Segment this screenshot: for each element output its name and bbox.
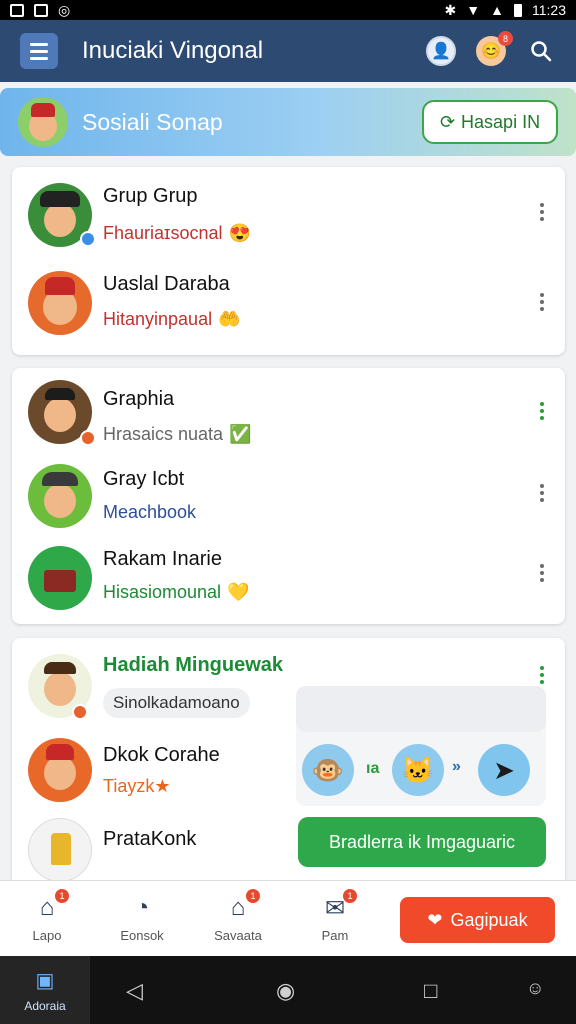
badge-icon — [72, 704, 88, 720]
nav-explore[interactable]: ◔ Eonsok — [107, 893, 177, 943]
signal-icon: ▲ — [490, 2, 504, 18]
more-options-icon[interactable] — [539, 293, 545, 311]
app-bar: Inuciaki Vingonal 👤 😊 8 — [0, 20, 576, 82]
avatar — [28, 271, 92, 335]
fox-avatar-icon[interactable]: 🐱 — [392, 744, 444, 796]
avatar — [28, 546, 92, 610]
assistant-icon[interactable]: ☺ — [526, 978, 544, 999]
list-item[interactable]: Uaslal Daraba Hitanyinpaual 🤲 — [12, 263, 565, 343]
check-emoji-icon: ✅ — [229, 424, 252, 444]
system-navigation-bar: ▣ Adoraia ◁ ◉ □ ☺ — [0, 956, 576, 1024]
home-button-icon[interactable]: ◉ — [276, 978, 295, 1004]
notifications-icon[interactable]: 😊 8 — [476, 31, 513, 66]
more-options-icon[interactable] — [539, 203, 545, 221]
verified-icon — [80, 231, 96, 247]
banner-avatar — [18, 97, 68, 147]
send-icon[interactable]: ➤ — [478, 744, 530, 796]
primary-action-button[interactable]: Bradlerra ik Imgaguaric — [298, 817, 546, 867]
heart-emoji-icon: 💛 — [227, 582, 250, 602]
house-icon: ⌂ 1 — [222, 889, 260, 923]
popup-header — [296, 686, 546, 732]
community-banner[interactable]: Sosiali Sonap ⟳ Hasapi IN — [0, 88, 576, 156]
nav-messages[interactable]: ✉ 1 Pam — [300, 889, 370, 943]
list-item[interactable]: Grup Grup Fhauriaɪsocnal 😍 — [12, 173, 565, 253]
nav-saved[interactable]: ⌂ 1 Savaata — [203, 889, 273, 943]
heart-icon: ❤ — [427, 909, 443, 930]
create-post-button[interactable]: ❤ Gagipuak — [400, 897, 555, 943]
refresh-icon: ⟳ — [439, 111, 456, 132]
at-icon: ◎ — [58, 1, 71, 18]
more-options-icon[interactable] — [539, 666, 545, 684]
gallery-icon — [10, 3, 24, 17]
notification-badge: 8 — [498, 31, 513, 46]
app-icon: ▣ — [35, 969, 55, 992]
list-item[interactable]: Rakam Inarie Hisasiomounal 💛 — [12, 538, 565, 618]
list-item[interactable]: Graphia Hrasaics nuata ✅ — [12, 372, 565, 452]
recents-icon[interactable]: □ — [424, 978, 437, 1004]
profile-icon[interactable]: 👤 — [426, 36, 456, 66]
app-title: Inuciaki Vingonal — [82, 37, 264, 64]
back-icon[interactable]: ◁ — [126, 978, 143, 1004]
menu-button[interactable] — [20, 33, 58, 69]
status-time: 11:23 — [532, 2, 566, 18]
avatar — [28, 738, 92, 802]
more-options-icon[interactable] — [539, 564, 545, 582]
list-item[interactable]: Gray Icbt Meachbook — [12, 456, 565, 536]
badge-icon — [80, 430, 96, 446]
nav-home[interactable]: ⌂ 1 Lapo — [12, 889, 82, 943]
image-icon — [34, 3, 48, 17]
wifi-icon: ▼ — [466, 2, 481, 18]
status-bar: ◎ ✱ ▼ ▲ 11:23 — [0, 0, 576, 20]
group-card-1: Grup Grup Fhauriaɪsocnal 😍 Uaslal Daraba… — [12, 167, 565, 355]
mail-icon: ✉ 1 — [319, 889, 357, 923]
smile-emoji-icon: 😍 — [228, 223, 251, 243]
banner-title: Sosiali Sonap — [82, 108, 223, 135]
search-icon[interactable] — [526, 36, 556, 66]
compass-icon: ◔ — [134, 894, 150, 921]
more-options-icon[interactable] — [539, 402, 545, 420]
share-popup: 🐵 ıa 🐱 » ➤ — [296, 686, 546, 806]
bluetooth-icon: ✱ — [444, 1, 457, 18]
battery-icon — [514, 3, 522, 17]
home-icon: ⌂ 1 — [31, 889, 69, 923]
banner-join-button[interactable]: ⟳ Hasapi IN — [422, 100, 558, 144]
bottom-navigation: ⌂ 1 Lapo ◔ Eonsok ⌂ 1 Savaata ✉ 1 Pam ❤ Gag… — [0, 880, 576, 956]
more-options-icon[interactable] — [539, 484, 545, 502]
group-card-2: Graphia Hrasaics nuata ✅ Gray Icbt Meach… — [12, 368, 565, 624]
cat-avatar-icon[interactable]: 🐵 — [302, 744, 354, 796]
hands-emoji-icon: 🤲 — [218, 309, 241, 329]
avatar — [28, 464, 92, 528]
app-home-tile[interactable]: ▣ Adoraia — [0, 956, 90, 1024]
avatar — [28, 818, 92, 882]
tag-chip[interactable]: Sinolkadamoano — [103, 688, 250, 718]
